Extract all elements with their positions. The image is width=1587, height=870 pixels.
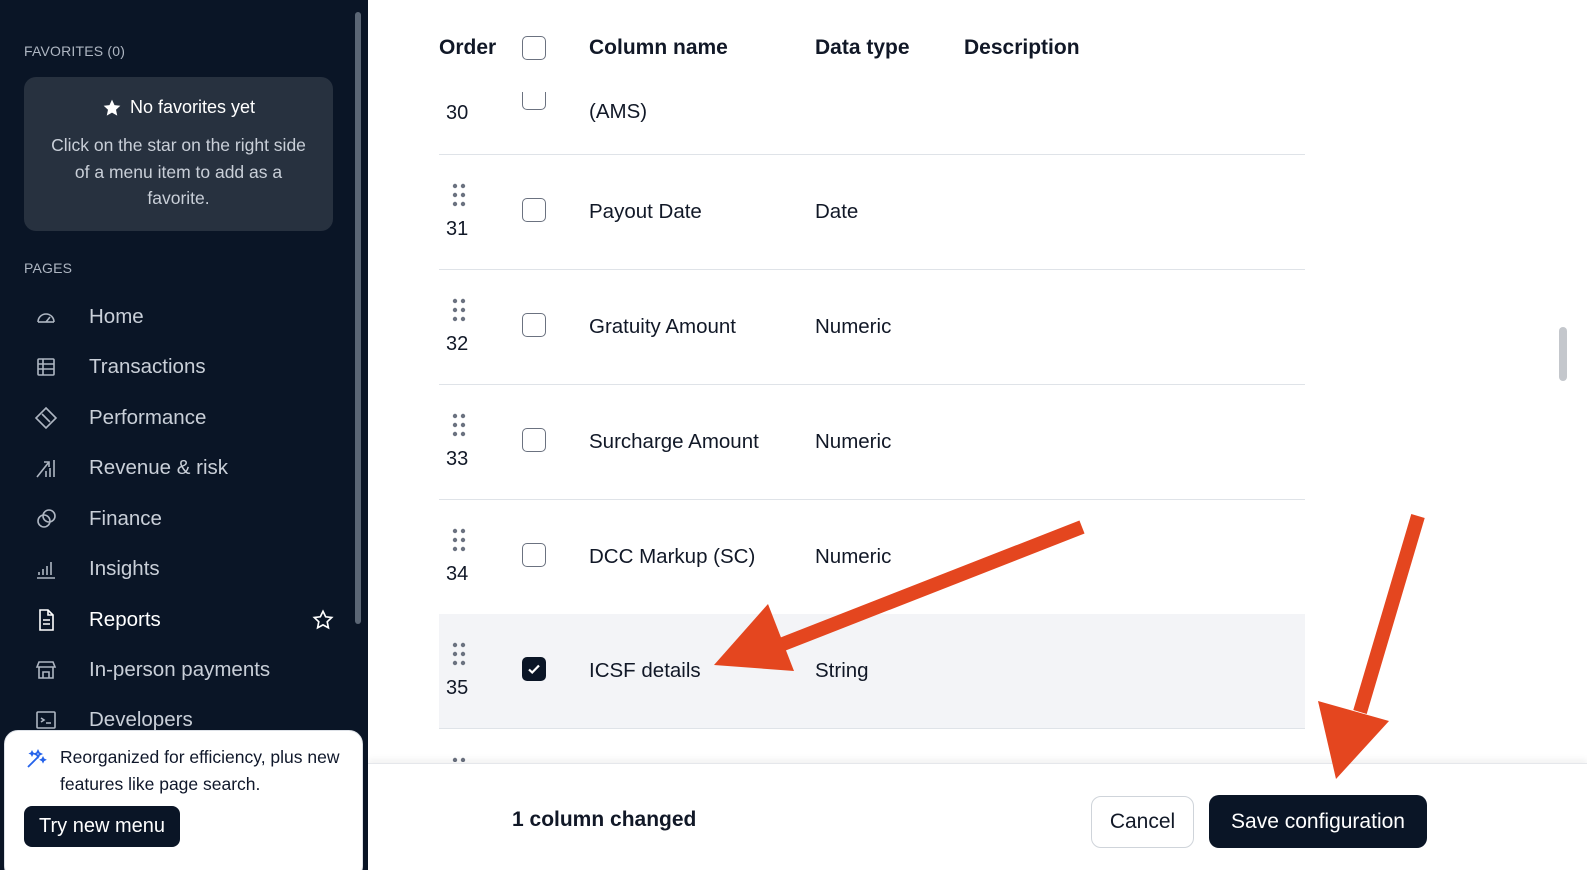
data-type: String: [815, 659, 869, 682]
table-header: Order Column name Data type Description: [368, 30, 1368, 70]
drag-handle-icon[interactable]: [452, 757, 466, 762]
column-config-panel: Order Column name Data type Description …: [368, 0, 1587, 870]
favorites-empty-card: No favorites yet Click on the star on th…: [24, 77, 333, 231]
table-row[interactable]: [439, 729, 1305, 762]
diamond-icon: [24, 406, 70, 430]
favorites-empty-description: Click on the star on the right side of a…: [51, 135, 306, 208]
save-configuration-button[interactable]: Save configuration: [1209, 795, 1427, 848]
column-name: (AMS): [589, 100, 648, 123]
columns-table-body: 30 (AMS) 31 Payout Date Date 32 Gratuity…: [439, 92, 1305, 762]
select-all-checkbox[interactable]: [522, 36, 546, 60]
favorites-label: FAVORITES (0): [24, 43, 126, 59]
column-name: Gratuity Amount: [589, 315, 736, 338]
order-number: 30: [446, 102, 469, 124]
sidebar-item-transactions[interactable]: Transactions: [24, 345, 344, 389]
order-number: 32: [446, 333, 469, 355]
drag-handle-icon[interactable]: [452, 413, 466, 437]
data-type: Numeric: [815, 430, 892, 453]
terminal-icon: [24, 708, 70, 732]
document-icon: [24, 608, 70, 632]
sidebar-item-performance[interactable]: Performance: [24, 396, 344, 440]
header-order: Order: [439, 36, 497, 59]
sidebar: FAVORITES (0) No favorites yet Click on …: [0, 0, 368, 870]
order-number: 33: [446, 448, 469, 470]
try-new-menu-button[interactable]: Try new menu: [24, 806, 180, 847]
coins-icon: [24, 507, 70, 531]
drag-handle-icon[interactable]: [452, 642, 466, 666]
new-menu-promo: Reorganized for efficiency, plus new fea…: [4, 730, 363, 870]
main-scrollbar[interactable]: [1559, 327, 1567, 381]
pages-label: PAGES: [24, 260, 73, 276]
column-name: ICSF details: [589, 659, 701, 682]
table-icon: [24, 355, 70, 379]
table-row[interactable]: 33 Surcharge Amount Numeric: [439, 385, 1305, 500]
drag-handle-icon[interactable]: [452, 528, 466, 552]
data-type: Date: [815, 200, 859, 223]
column-name: Payout Date: [589, 200, 702, 223]
footer-bar: 1 column changed Cancel Save configurati…: [368, 763, 1587, 870]
growth-chart-icon: [24, 456, 70, 480]
sidebar-scrollbar[interactable]: [355, 12, 361, 624]
cancel-button[interactable]: Cancel: [1091, 796, 1194, 848]
row-checkbox[interactable]: [522, 428, 546, 452]
star-filled-icon: [103, 99, 121, 116]
column-name: DCC Markup (SC): [589, 545, 756, 568]
favorites-empty-title: No favorites yet: [24, 97, 333, 118]
checkmark-icon: [528, 664, 540, 675]
sidebar-item-in-person-payments[interactable]: In-person payments: [24, 648, 344, 692]
table-row[interactable]: 32 Gratuity Amount Numeric: [439, 270, 1305, 385]
table-row[interactable]: 30 (AMS): [439, 92, 1305, 155]
sidebar-item-finance[interactable]: Finance: [24, 497, 344, 541]
table-row[interactable]: 34 DCC Markup (SC) Numeric: [439, 500, 1305, 615]
row-checkbox-checked[interactable]: [522, 657, 546, 681]
promo-text: Reorganized for efficiency, plus new fea…: [60, 747, 340, 794]
column-name: Surcharge Amount: [589, 430, 759, 453]
sidebar-item-reports[interactable]: Reports: [24, 598, 344, 642]
drag-handle-icon[interactable]: [452, 183, 466, 207]
store-icon: [24, 658, 70, 682]
star-outline-icon[interactable]: [312, 609, 334, 631]
order-number: 34: [446, 563, 469, 585]
header-data-type: Data type: [815, 36, 910, 59]
row-checkbox[interactable]: [522, 198, 546, 222]
changes-status: 1 column changed: [512, 808, 697, 831]
data-type: Numeric: [815, 315, 892, 338]
order-number: 35: [446, 677, 469, 699]
data-type: Numeric: [815, 545, 892, 568]
sidebar-item-home[interactable]: Home: [24, 295, 344, 339]
row-checkbox[interactable]: [522, 92, 546, 110]
header-description: Description: [964, 36, 1080, 59]
magic-wand-icon: [27, 748, 47, 768]
drag-handle-icon[interactable]: [452, 298, 466, 322]
row-checkbox[interactable]: [522, 313, 546, 337]
table-row-selected[interactable]: 35 ICSF details String: [439, 614, 1305, 729]
order-number: 31: [446, 218, 469, 240]
row-checkbox[interactable]: [522, 543, 546, 567]
header-column-name: Column name: [589, 36, 728, 59]
home-gauge-icon: [24, 305, 70, 329]
sidebar-item-revenue-risk[interactable]: Revenue & risk: [24, 446, 344, 490]
bar-chart-icon: [24, 557, 70, 581]
sidebar-item-insights[interactable]: Insights: [24, 547, 344, 591]
table-row[interactable]: 31 Payout Date Date: [439, 155, 1305, 270]
